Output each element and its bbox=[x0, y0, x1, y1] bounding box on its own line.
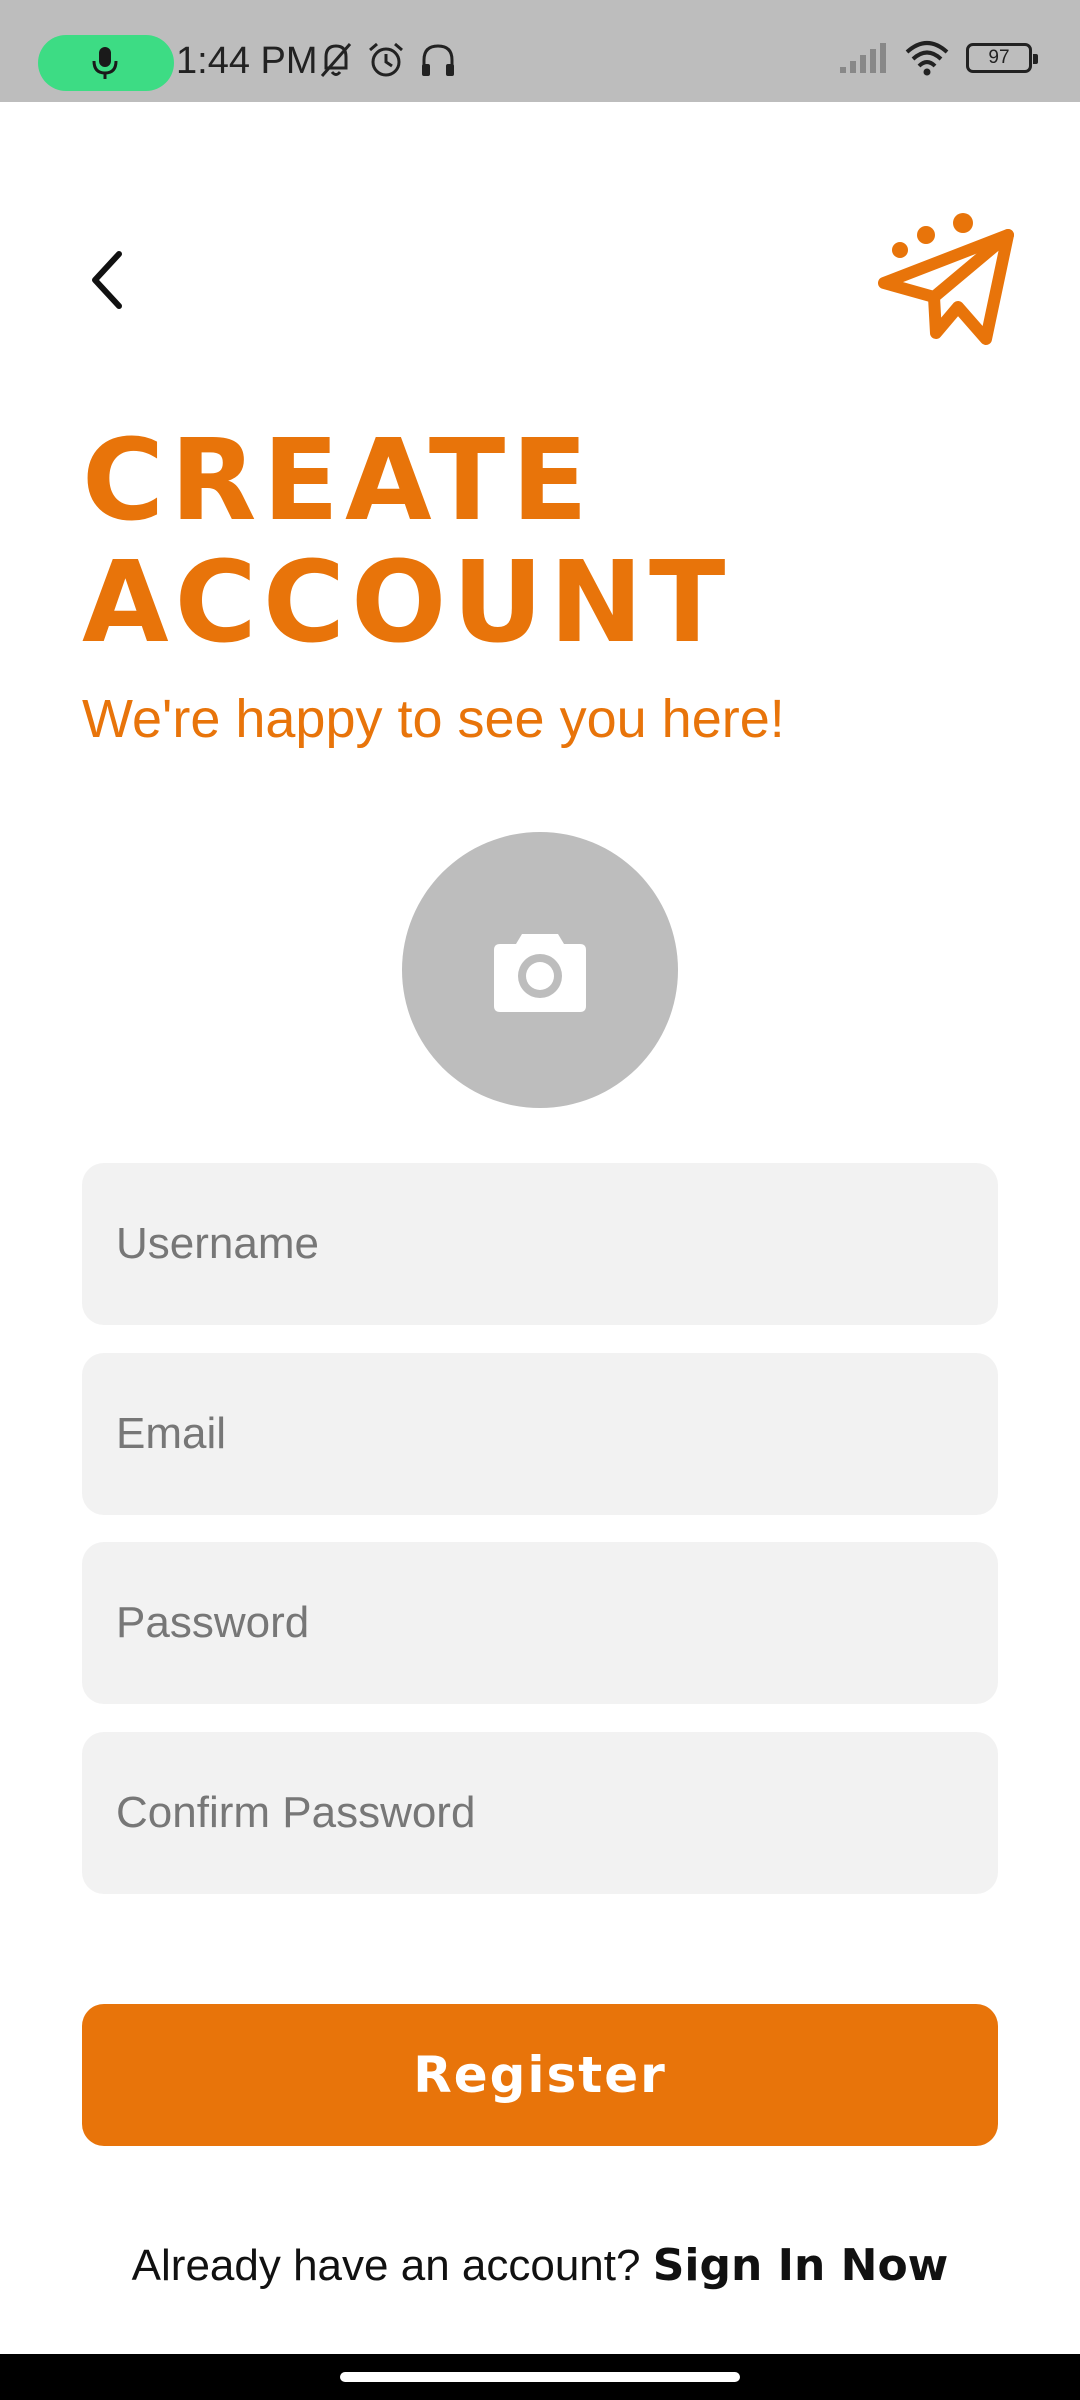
mic-indicator bbox=[38, 35, 174, 91]
alarm-icon bbox=[369, 42, 403, 77]
title-line-1: CREATE bbox=[82, 416, 594, 546]
email-field-container bbox=[82, 1353, 998, 1515]
password-field-container bbox=[82, 1542, 998, 1704]
avatar-upload-button[interactable] bbox=[402, 832, 678, 1108]
signal-icon bbox=[840, 43, 886, 73]
confirm-password-field-container bbox=[82, 1732, 998, 1894]
paper-plane-logo-icon bbox=[878, 213, 1014, 345]
signin-prompt-row: Already have an account? Sign In Now bbox=[0, 2240, 1080, 2291]
email-input[interactable] bbox=[82, 1353, 998, 1515]
mic-icon bbox=[92, 47, 118, 79]
back-button[interactable] bbox=[72, 240, 142, 320]
camera-icon bbox=[494, 934, 586, 1012]
confirm-password-input[interactable] bbox=[82, 1732, 998, 1894]
battery-icon: 97 bbox=[966, 43, 1038, 73]
chevron-left-icon bbox=[92, 251, 122, 309]
page-subtitle: We're happy to see you here! bbox=[82, 689, 785, 749]
system-nav-bar bbox=[0, 2354, 1080, 2400]
username-field-container bbox=[82, 1163, 998, 1325]
sign-in-link[interactable]: Sign In Now bbox=[653, 2240, 949, 2291]
signin-prompt-text: Already have an account? bbox=[131, 2241, 653, 2290]
home-gesture-handle[interactable] bbox=[340, 2372, 740, 2382]
title-line-2: ACCOUNT bbox=[82, 538, 732, 668]
headphones-icon bbox=[422, 44, 454, 76]
battery-level: 97 bbox=[988, 47, 1010, 68]
username-input[interactable] bbox=[82, 1163, 998, 1325]
bell-off-icon bbox=[320, 43, 352, 77]
status-bar: 1:44 PM 97 bbox=[0, 0, 1080, 102]
page-title: CREATE ACCOUNT bbox=[82, 420, 731, 664]
register-button[interactable]: Register bbox=[82, 2004, 998, 2146]
password-input[interactable] bbox=[82, 1542, 998, 1704]
wifi-icon bbox=[905, 41, 949, 76]
status-time: 1:44 PM bbox=[176, 40, 318, 82]
